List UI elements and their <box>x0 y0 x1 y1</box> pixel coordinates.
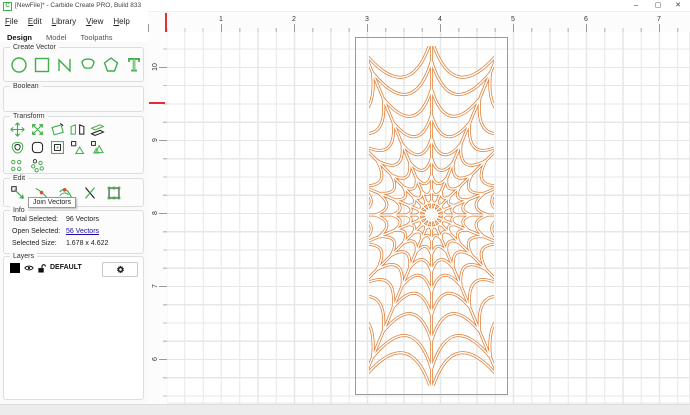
hruler-number: 5 <box>508 16 518 23</box>
section-title: Transform <box>10 112 48 121</box>
open-selected-label: Open Selected: <box>12 228 64 235</box>
boolean-section: Boolean <box>3 86 144 112</box>
shear-tool-icon[interactable] <box>89 121 106 138</box>
circle-tool-icon[interactable] <box>9 55 29 75</box>
status-bar <box>0 404 690 415</box>
window-title: [NewFile]* - Carbide Create PRO, Build 8… <box>15 2 141 9</box>
polyline-tool-icon[interactable] <box>55 55 75 75</box>
hruler-number: 3 <box>362 16 372 23</box>
rectangle-tool-icon[interactable] <box>32 55 52 75</box>
section-title: Boolean <box>10 82 42 91</box>
move-tool-icon[interactable] <box>9 121 26 138</box>
vertical-ruler: 10 9 8 7 6 <box>148 32 168 404</box>
hruler-number: 4 <box>435 16 445 23</box>
grid-array-tool-icon[interactable] <box>9 157 26 174</box>
eye-icon[interactable] <box>24 264 34 272</box>
hruler-number: 7 <box>654 16 664 23</box>
selected-size-label: Selected Size: <box>12 240 64 247</box>
tab-bar: DesignModelToolpaths <box>0 27 148 43</box>
vruler-number: 9 <box>152 133 160 147</box>
polygon-tool-icon[interactable] <box>101 55 121 75</box>
fillet-tool-icon[interactable] <box>29 139 46 156</box>
unlock-icon[interactable] <box>37 264 46 273</box>
boundary-tool-icon[interactable] <box>105 184 123 202</box>
radial-array-tool-icon[interactable] <box>29 157 46 174</box>
scale-tool-icon[interactable] <box>29 121 46 138</box>
layer-row[interactable]: DEFAULT <box>10 262 138 275</box>
section-title: Create Vector <box>10 43 59 52</box>
total-selected-label: Total Selected: <box>12 216 64 223</box>
info-section: Info Total Selected: 96 Vectors Open Sel… <box>3 210 144 254</box>
curve-tool-icon[interactable] <box>78 55 98 75</box>
section-title: Layers <box>10 252 37 261</box>
vruler-number: 8 <box>152 206 160 220</box>
menu-bar: FileEditLibraryViewHelp <box>0 11 148 27</box>
open-selected-link[interactable]: 56 Vectors <box>66 228 99 235</box>
total-selected-value: 96 Vectors <box>66 216 99 223</box>
transform-section: Transform <box>3 116 144 174</box>
mirror-tool-icon[interactable] <box>69 121 86 138</box>
svg-text:T: T <box>128 56 140 75</box>
spiderweb-vectors[interactable] <box>356 38 507 394</box>
create-vector-section: Create Vector T <box>3 47 144 82</box>
sidebar: Create Vector T Boolean Transform <box>0 42 149 404</box>
layer-color-swatch[interactable] <box>10 263 20 273</box>
vruler-number: 6 <box>152 352 160 366</box>
ruler-cursor-marker-y <box>149 102 165 104</box>
tooltip-join-vectors: Join Vectors <box>28 197 76 208</box>
trim-vectors-tool-icon[interactable] <box>81 184 99 202</box>
hruler-number: 2 <box>289 16 299 23</box>
hruler-number: 6 <box>581 16 591 23</box>
vruler-number: 10 <box>152 60 160 74</box>
text-tool-icon[interactable]: T <box>124 55 144 75</box>
layer-settings-button[interactable] <box>102 262 138 277</box>
hruler-number: 1 <box>216 16 226 23</box>
section-title: Info <box>10 206 28 215</box>
section-title: Edit <box>10 174 28 183</box>
stock-boundary <box>355 37 508 395</box>
ruler-cursor-marker-x <box>165 13 167 32</box>
gear-icon <box>116 265 125 274</box>
offset-tool-icon[interactable] <box>9 139 26 156</box>
align-tool-icon[interactable] <box>49 139 66 156</box>
circular-array-tool-icon[interactable] <box>89 139 106 156</box>
layer-name: DEFAULT <box>50 264 82 271</box>
layers-section: Layers DEFAULT <box>3 256 144 400</box>
selected-size-value: 1.678 x 4.622 <box>66 240 108 247</box>
horizontal-ruler: 1 2 3 4 5 6 7 <box>148 12 690 33</box>
maximize-button[interactable]: ▢ <box>648 0 668 11</box>
close-button[interactable]: ✕ <box>668 0 688 11</box>
minimize-button[interactable]: – <box>626 0 646 11</box>
vruler-number: 7 <box>152 279 160 293</box>
rotate-tool-icon[interactable] <box>49 121 66 138</box>
linear-array-tool-icon[interactable] <box>69 139 86 156</box>
node-edit-tool-icon[interactable] <box>9 184 27 202</box>
app-icon: C <box>3 2 12 11</box>
design-canvas[interactable] <box>167 32 690 404</box>
